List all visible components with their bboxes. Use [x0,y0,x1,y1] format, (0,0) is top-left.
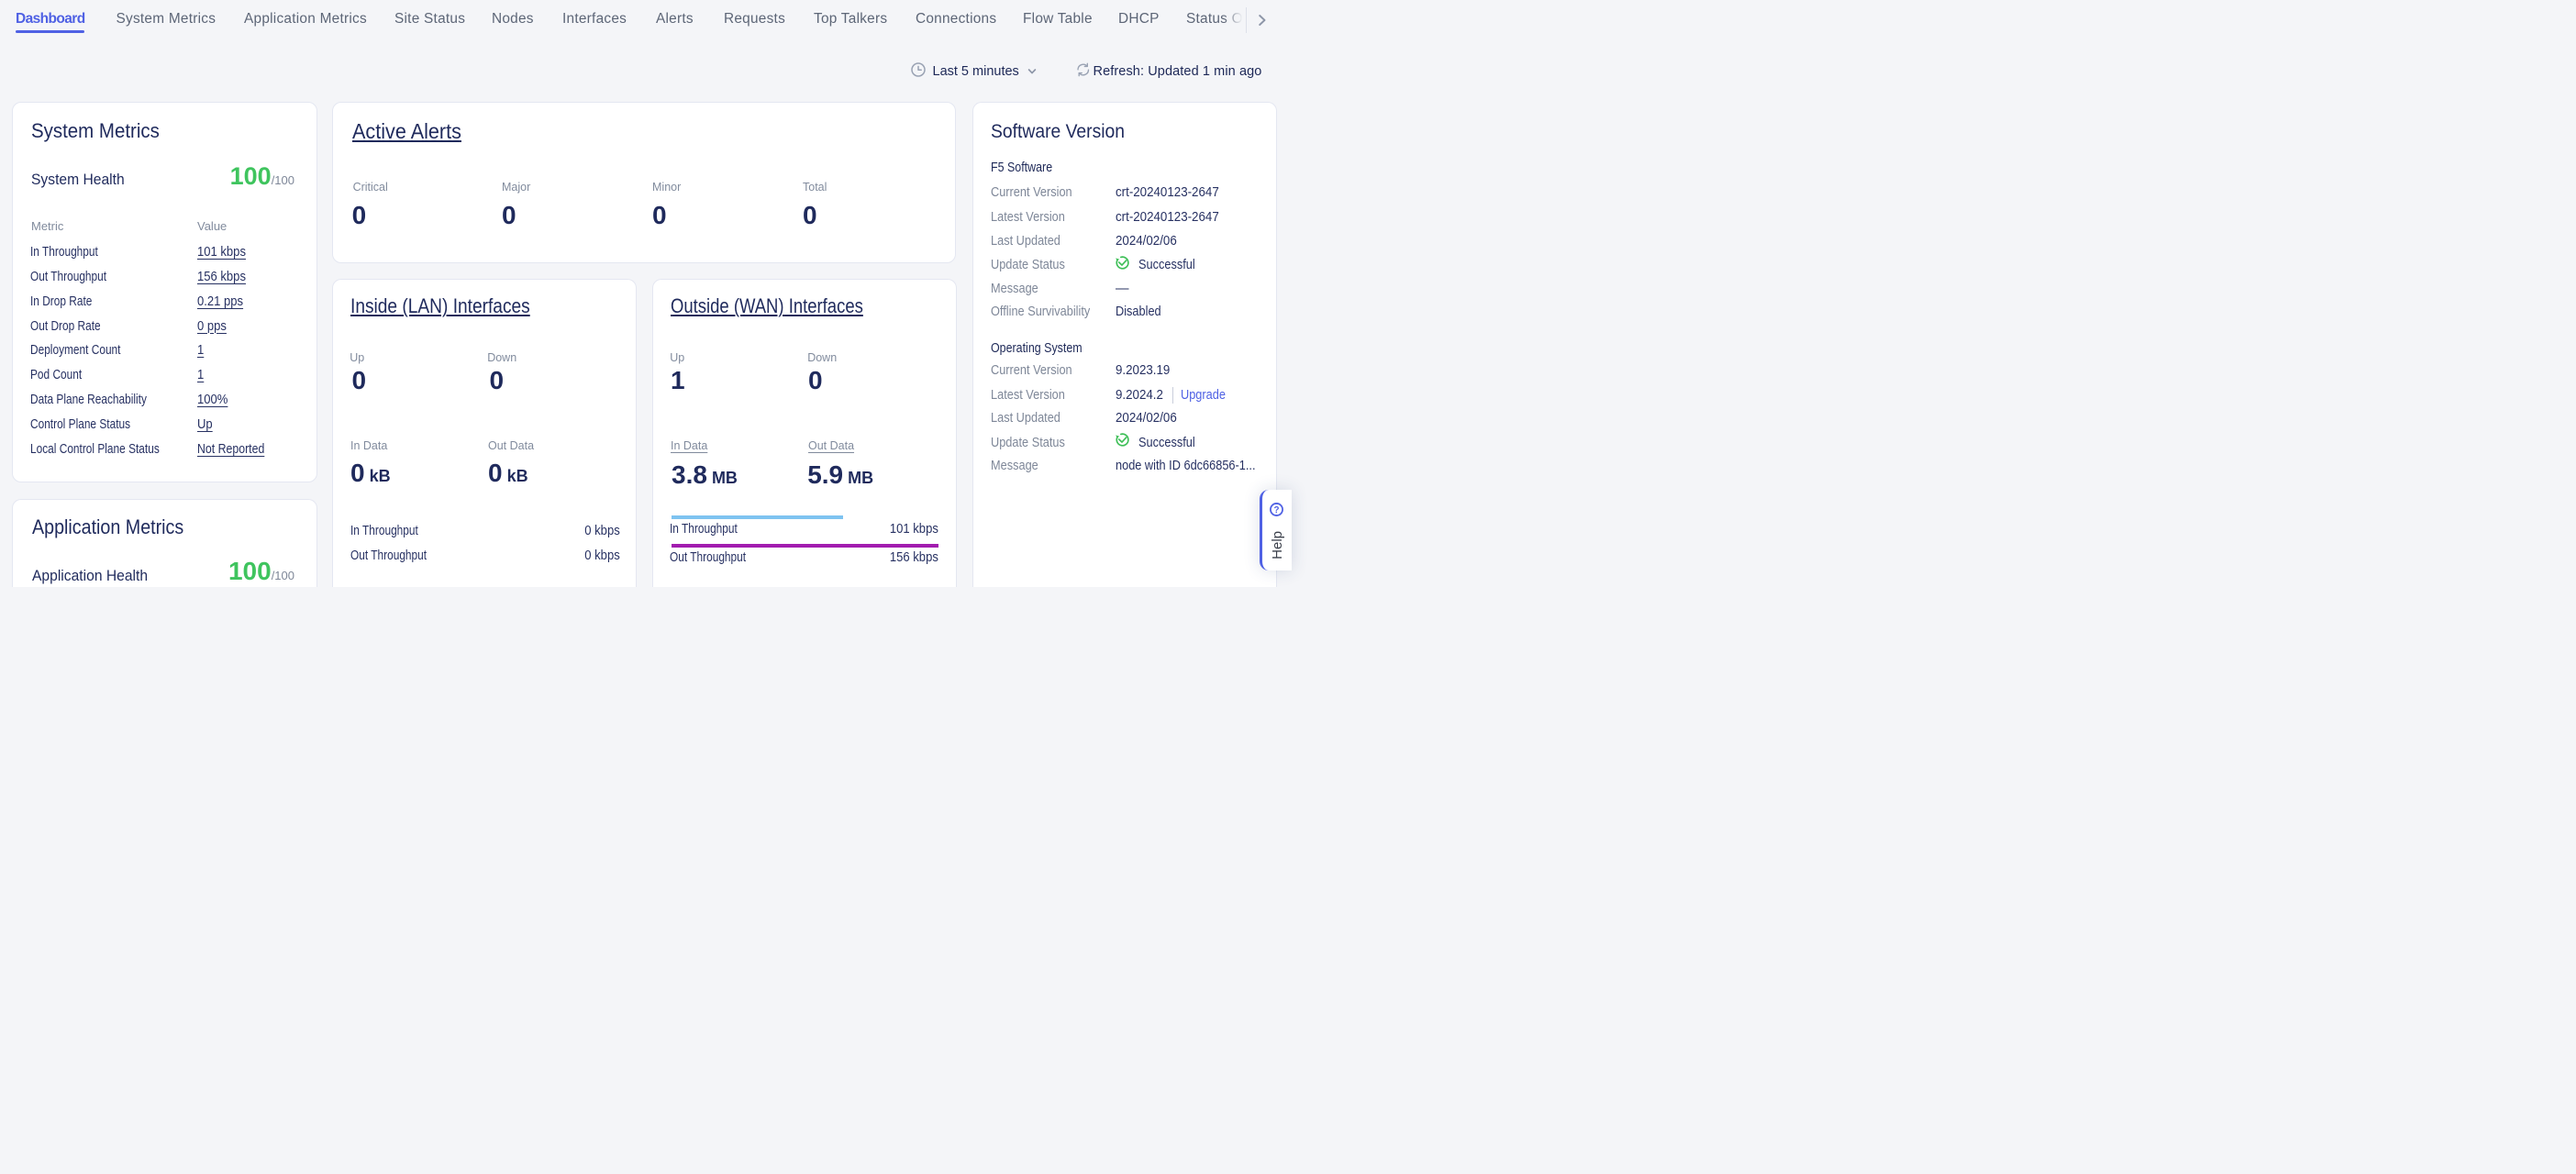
svg-text:?: ? [1273,505,1279,515]
